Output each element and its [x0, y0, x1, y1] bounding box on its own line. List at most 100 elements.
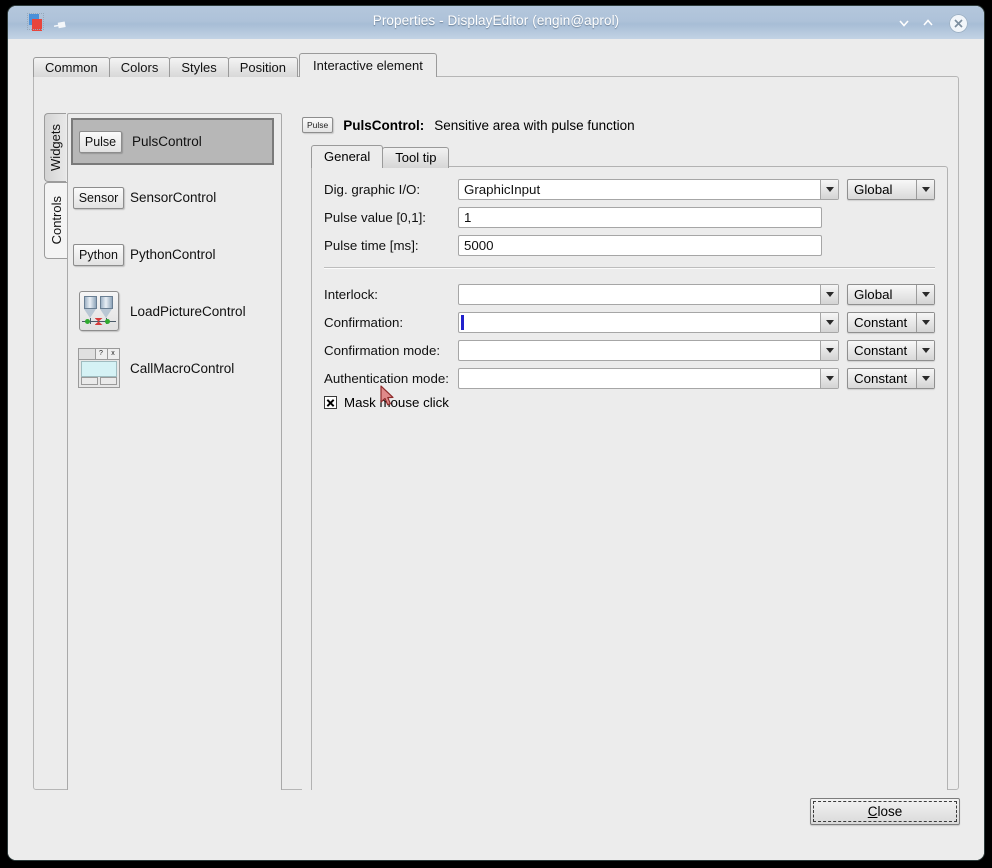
- control-list: Pulse PulsControl Sensor SensorControl P…: [67, 113, 282, 815]
- window-title: Properties - DisplayEditor (engin@aprol): [372, 13, 620, 28]
- scope-value: Constant: [854, 314, 908, 330]
- field-row-authentication-mode: Authentication mode: Constant: [324, 367, 935, 389]
- list-item-label: CallMacroControl: [130, 360, 235, 376]
- general-panel: Dig. graphic I/O: GraphicInput Global Pu…: [311, 166, 948, 813]
- checkbox-box[interactable]: [324, 396, 337, 409]
- chevron-down-icon[interactable]: [820, 340, 838, 360]
- vtab-controls[interactable]: Controls: [44, 182, 68, 259]
- tab-label: Common: [45, 60, 98, 75]
- field-row-pulse-time: Pulse time [ms]: 5000: [324, 234, 935, 256]
- tab-label: Colors: [120, 60, 159, 75]
- combo-value: GraphicInput: [464, 181, 541, 197]
- chevron-down-icon[interactable]: [916, 340, 934, 360]
- icon-text: Python: [73, 243, 124, 266]
- list-item-label: LoadPictureControl: [130, 303, 246, 319]
- field-row-interlock: Interlock: Global: [324, 283, 935, 305]
- chevron-down-icon[interactable]: [820, 284, 838, 304]
- field-row-dig-graphic-io: Dig. graphic I/O: GraphicInput Global: [324, 178, 935, 200]
- chevron-down-icon[interactable]: [820, 368, 838, 388]
- icon-text: Sensor: [72, 186, 125, 209]
- scope-value: Constant: [854, 370, 908, 386]
- list-item-load-picture-control[interactable]: LoadPictureControl: [71, 286, 274, 336]
- python-tag-icon: Python: [73, 243, 124, 266]
- confirmation-mode-combo[interactable]: [458, 339, 839, 361]
- list-item-label: PulsControl: [132, 134, 202, 149]
- scope-value: Constant: [854, 342, 908, 358]
- scope-value: Global: [854, 286, 893, 302]
- checkbox-label: Mask mouse click: [344, 395, 449, 410]
- load-picture-icon: [75, 291, 122, 331]
- field-label: Pulse value [0,1]:: [324, 209, 427, 225]
- close-button-rest: lose: [877, 804, 903, 819]
- chevron-down-icon[interactable]: [916, 284, 934, 304]
- properties-window: Properties - DisplayEditor (engin@aprol)…: [8, 6, 984, 860]
- dig-graphic-io-scope-combo[interactable]: Global: [847, 178, 935, 200]
- scope-value: Global: [854, 181, 893, 197]
- tab-common[interactable]: Common: [33, 57, 110, 77]
- chevron-down-icon[interactable]: [916, 312, 934, 332]
- list-item-label: PythonControl: [130, 247, 216, 262]
- field-label: Confirmation:: [324, 314, 404, 330]
- detail-area: Pulse PulsControl: Sensitive area with p…: [302, 113, 948, 813]
- detail-header-tag-icon: Pulse: [302, 117, 334, 133]
- tab-styles[interactable]: Styles: [169, 57, 229, 77]
- detail-header-description: Sensitive area with pulse function: [434, 117, 635, 133]
- tab-label: Position: [239, 60, 286, 75]
- list-item-sensor-control[interactable]: Sensor SensorControl: [71, 174, 274, 221]
- icon-text: Pulse: [78, 130, 123, 153]
- chevron-down-icon[interactable]: [916, 179, 934, 199]
- interlock-scope-combo[interactable]: Global: [847, 283, 935, 305]
- close-button[interactable]: Close: [810, 798, 960, 825]
- field-label: Authentication mode:: [324, 370, 449, 386]
- field-row-confirmation: Confirmation: Constant: [324, 311, 935, 333]
- detail-header: Pulse PulsControl: Sensitive area with p…: [302, 117, 635, 133]
- vtab-label: Controls: [49, 196, 64, 245]
- tab-label: General: [324, 149, 371, 164]
- close-button-label: Close: [868, 804, 903, 819]
- window-content: Common Colors Styles Position Interactiv…: [8, 39, 984, 860]
- tab-position[interactable]: Position: [227, 57, 298, 77]
- list-item-puls-control[interactable]: Pulse PulsControl: [71, 118, 274, 165]
- outer-tab-strip: Common Colors Styles Position Interactiv…: [33, 53, 437, 77]
- confirmation-scope-combo[interactable]: Constant: [847, 311, 935, 333]
- interlock-combo[interactable]: [458, 283, 839, 305]
- dig-graphic-io-combo[interactable]: GraphicInput: [458, 178, 839, 200]
- vertical-tab-strip: Widgets Controls: [44, 113, 68, 259]
- sensor-tag-icon: Sensor: [72, 186, 125, 209]
- footer-bar: Close: [8, 790, 984, 860]
- tab-label: Tool tip: [395, 150, 437, 165]
- tab-colors[interactable]: Colors: [108, 57, 171, 77]
- mask-mouse-click-checkbox[interactable]: Mask mouse click: [324, 395, 449, 410]
- maximize-button[interactable]: [920, 15, 936, 31]
- field-row-pulse-value: Pulse value [0,1]: 1: [324, 206, 935, 228]
- text-caret: [461, 314, 464, 330]
- field-label: Confirmation mode:: [324, 342, 441, 358]
- confirmation-mode-scope-combo[interactable]: Constant: [847, 339, 935, 361]
- chevron-down-icon[interactable]: [916, 368, 934, 388]
- call-macro-icon: ? x: [75, 348, 122, 388]
- chevron-down-icon[interactable]: [820, 179, 838, 199]
- minimize-button[interactable]: [896, 15, 912, 31]
- section-divider: [324, 267, 935, 269]
- chevron-down-icon[interactable]: [820, 312, 838, 332]
- tab-label: Styles: [181, 60, 217, 75]
- list-item-label: SensorControl: [130, 190, 217, 205]
- list-item-python-control[interactable]: Python PythonControl: [71, 231, 274, 278]
- detail-header-name: PulsControl:: [343, 117, 425, 133]
- tab-interactive-element[interactable]: Interactive element: [298, 53, 437, 77]
- pulse-value-input[interactable]: 1: [458, 206, 822, 228]
- pulse-time-input[interactable]: 5000: [458, 234, 822, 256]
- authentication-mode-scope-combo[interactable]: Constant: [847, 367, 935, 389]
- tab-general[interactable]: General: [311, 145, 384, 168]
- confirmation-combo[interactable]: [458, 311, 839, 333]
- field-row-confirmation-mode: Confirmation mode: Constant: [324, 339, 935, 361]
- field-label: Pulse time [ms]:: [324, 237, 419, 253]
- authentication-mode-combo[interactable]: [458, 367, 839, 389]
- list-item-call-macro-control[interactable]: ? x CallMacroControl: [71, 342, 274, 394]
- vtab-label: Widgets: [48, 124, 63, 171]
- tab-tool-tip[interactable]: Tool tip: [382, 147, 450, 168]
- pulse-tag-icon: Pulse: [77, 130, 124, 153]
- field-label: Interlock:: [324, 286, 378, 302]
- vtab-widgets[interactable]: Widgets: [44, 113, 66, 182]
- close-window-button[interactable]: [949, 14, 968, 33]
